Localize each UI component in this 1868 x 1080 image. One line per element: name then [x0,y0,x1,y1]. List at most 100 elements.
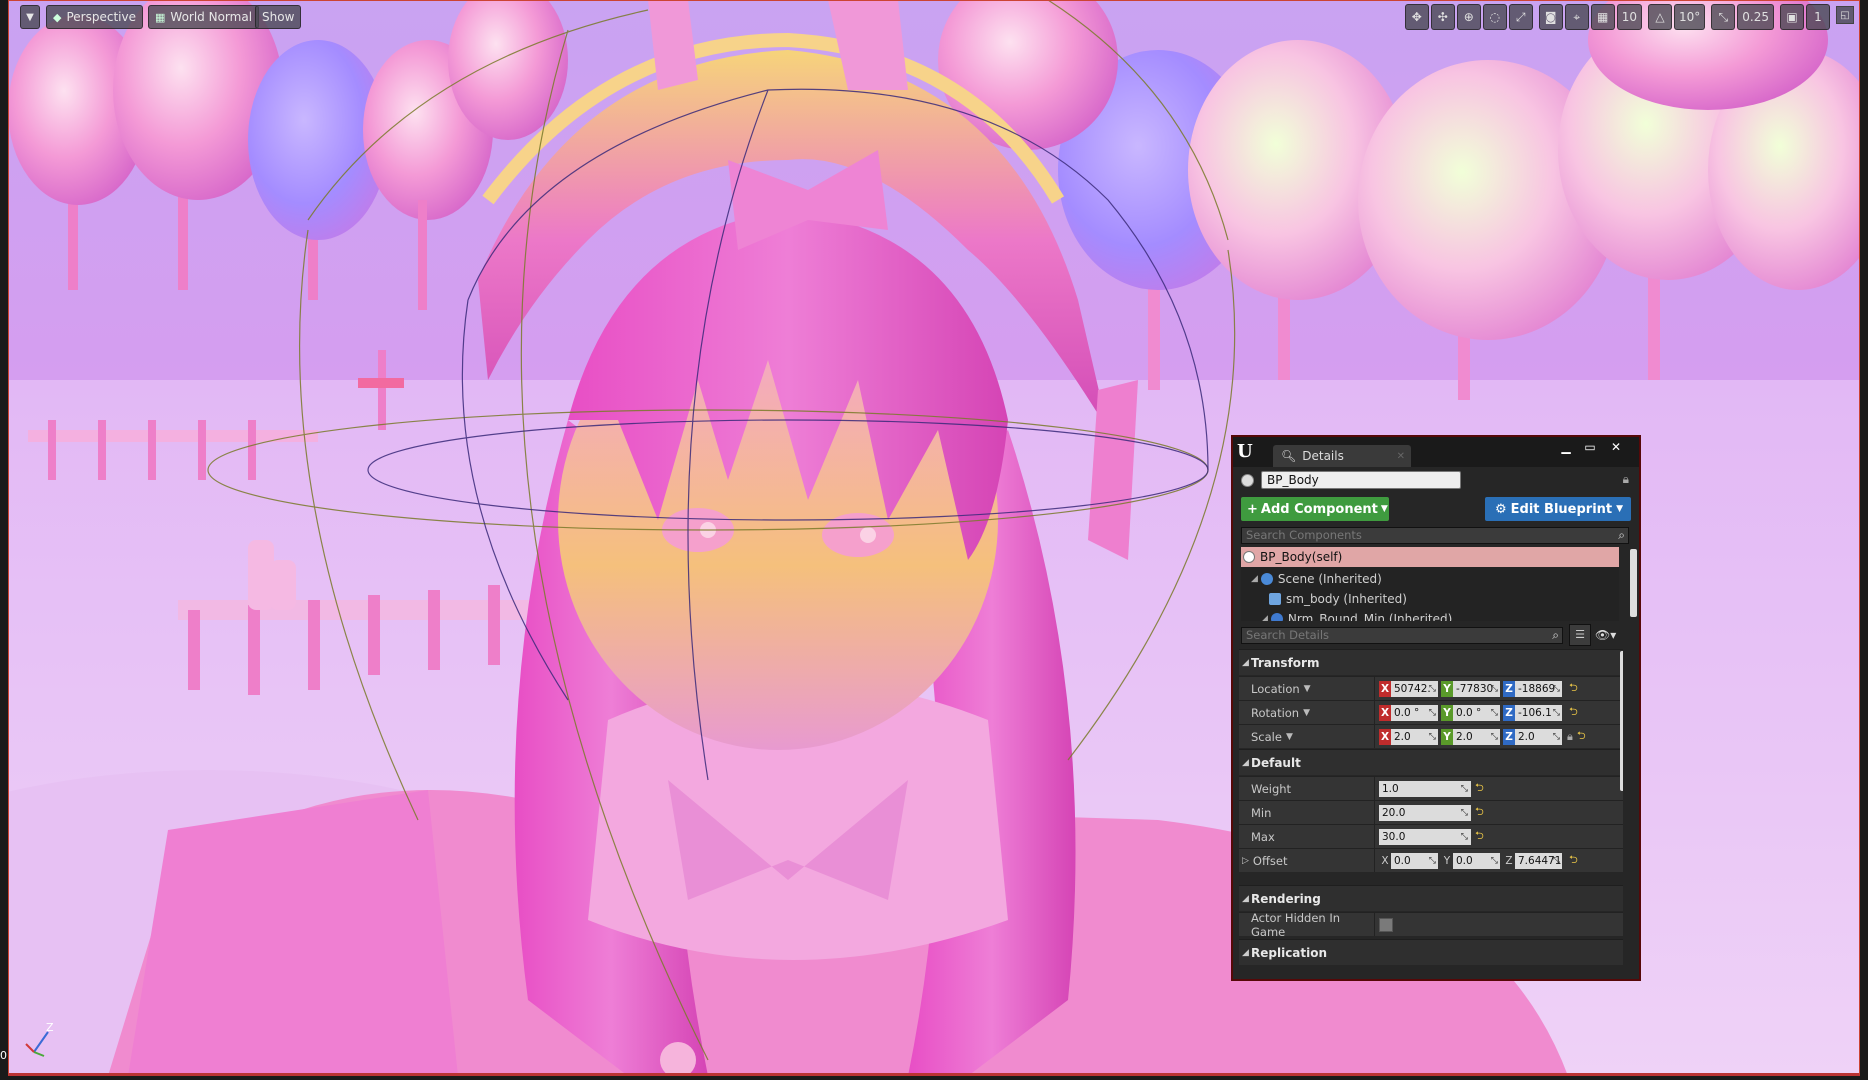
chevron-down-icon[interactable]: ▼ [1304,684,1311,694]
offset-y-field[interactable]: 0.0 ⤡ [1453,852,1500,869]
reset-arrow-icon[interactable]: ⮌ [1569,679,1578,698]
expand-arrow-icon[interactable]: ▷ [1242,856,1249,866]
rotation-snap-value[interactable]: 10° [1674,4,1706,30]
rotation-z-field[interactable]: -106.1 ⤡ [1515,704,1562,721]
show-label: Show [262,10,295,24]
spin-arrow-icon: ⤡ [1490,855,1498,866]
chevron-down-icon: ▼ [26,11,34,23]
location-z-field[interactable]: -18869 ⤡ [1515,680,1562,697]
add-component-button[interactable]: + Add Component ▼ [1241,497,1389,521]
reset-arrow-icon[interactable]: ⮌ [1569,851,1578,870]
camera-speed-value[interactable]: 1 [1806,4,1830,30]
spin-arrow-icon: ⤡ [1552,855,1560,866]
scale-snap-value[interactable]: 0.25 [1737,4,1774,30]
maximize-icon[interactable]: ◱ [1836,6,1854,24]
tree-item-sm-body[interactable]: sm_body (Inherited) [1241,589,1619,609]
location-y-field[interactable]: -77830 ⤡ [1453,680,1500,697]
details-scrollbar[interactable] [1620,651,1623,791]
camera-speed-icon[interactable]: ▣ [1780,4,1804,30]
min-field[interactable]: 20.0 ⤡ [1379,804,1471,821]
show-button[interactable]: Show [255,5,302,29]
scale-icon[interactable]: ⊕ [1456,4,1481,30]
search-icon: ⌕ [1618,528,1625,542]
max-field[interactable]: 30.0 ⤡ [1379,828,1471,845]
scale-x-value: 2.0 [1394,730,1411,743]
expand-arrow-icon[interactable]: ◢ [1261,614,1268,621]
search-details-input[interactable]: Search Details ⌕ [1241,627,1563,644]
rotation-z-value: -106.1 [1518,706,1552,719]
category-label: Replication [1251,945,1328,960]
category-transform[interactable]: ◢ Transform [1239,649,1623,675]
plus-icon: + [1247,501,1258,517]
property-matrix-icon[interactable]: ☰ [1569,624,1591,646]
scale-z-field[interactable]: 2.0 ⤡ [1515,728,1562,745]
rotation-x-field[interactable]: 0.0 ° ⤡ [1391,704,1438,721]
property-offset: ▷ Offset X 0.0 ⤡ Y 0.0 ⤡ Z 7.64471 ⤡ ⮌ [1239,848,1623,872]
category-default[interactable]: ◢ Default [1239,749,1623,775]
lock-icon[interactable]: 🔒︎ [1567,730,1573,744]
search-details-placeholder: Search Details [1246,628,1330,642]
axis-z-tag: Z [1503,728,1515,745]
category-rendering[interactable]: ◢ Rendering [1239,885,1623,911]
maximize-button[interactable]: ▭ [1579,440,1601,456]
surface-icon[interactable]: ◙ [1538,4,1563,30]
minimize-button[interactable]: ▁ [1555,440,1577,456]
angle-icon[interactable]: △ [1648,4,1672,30]
viewport-options-menu[interactable]: ▼ [20,5,40,29]
tree-scrollbar[interactable] [1630,549,1637,617]
grid-icon[interactable]: ▦ [1590,4,1615,30]
spin-arrow-icon: ⤡ [1428,707,1436,718]
weight-field[interactable]: 1.0 ⤡ [1379,780,1471,797]
rotate-icon[interactable]: ✣ [1430,4,1455,30]
reset-arrow-icon[interactable]: ⮌ [1475,827,1484,846]
property-max: Max 30.0 ⤡ ⮌ [1239,824,1623,848]
axis-y-tag: Y [1443,854,1451,867]
lock-icon[interactable]: 🔒︎ [1623,472,1629,487]
expand-arrow-icon[interactable]: ◢ [1251,574,1258,584]
search-components-input[interactable]: Search Components ⌕ [1241,527,1629,544]
eye-icon[interactable]: 👁︎▾ [1595,624,1627,646]
reset-arrow-icon[interactable]: ⮌ [1569,703,1578,722]
axis-y-tag: Y [1441,728,1453,745]
edit-blueprint-button[interactable]: ⚙ Edit Blueprint ▼ [1485,497,1631,521]
snap-toggle-icon[interactable]: ⌖ [1564,4,1589,30]
offset-y-value: 0.0 [1456,854,1473,867]
chevron-down-icon[interactable]: ▼ [1303,708,1310,718]
scale-y-value: 2.0 [1456,730,1473,743]
spin-arrow-icon: ⤡ [1490,707,1498,718]
category-label: Transform [1251,655,1320,670]
scale-x-field[interactable]: 2.0 ⤡ [1391,728,1438,745]
tab-details[interactable]: 🔍︎ Details ✕ [1273,445,1411,467]
weight-label: Weight [1251,781,1292,796]
chevron-down-icon[interactable]: ▼ [1286,732,1293,742]
grid-snap-value[interactable]: 10 [1616,4,1642,30]
actor-name-field[interactable]: BP_Body [1261,471,1461,489]
location-x-field[interactable]: 50742. ⤡ [1391,680,1438,697]
category-replication[interactable]: ◢ Replication [1239,939,1623,965]
offset-z-field[interactable]: 7.64471 ⤡ [1515,852,1562,869]
scale-snap-icon[interactable]: ⤡ [1711,4,1736,30]
rotation-y-field[interactable]: 0.0 ° ⤡ [1453,704,1500,721]
reset-arrow-icon[interactable]: ⮌ [1475,803,1484,822]
scale-y-field[interactable]: 2.0 ⤡ [1453,728,1500,745]
details-titlebar[interactable]: U 🔍︎ Details ✕ ▁ ▭ ✕ [1233,437,1639,467]
tree-item-scene[interactable]: ◢ Scene (Inherited) [1241,569,1619,589]
rotation-x-value: 0.0 ° [1394,706,1420,719]
view-mode-button[interactable]: ▦ World Normal [148,5,260,29]
tree-item-nrm-bound-min[interactable]: ◢ Nrm_Bound_Min (Inherited) [1241,609,1619,621]
offset-x-field[interactable]: 0.0 ⤡ [1391,852,1438,869]
tree-item-self[interactable]: BP_Body(self) [1241,547,1619,567]
reset-arrow-icon[interactable]: ⮌ [1475,779,1484,798]
reset-arrow-icon[interactable]: ⮌ [1577,727,1586,746]
perspective-button[interactable]: ◆ Perspective [46,5,143,29]
tab-close-icon[interactable]: ✕ [1397,451,1405,462]
actor-hidden-checkbox[interactable] [1379,917,1393,932]
translate-icon[interactable]: ✥ [1404,4,1429,30]
surface-snap-icon[interactable]: ◌ [1482,4,1507,30]
close-button[interactable]: ✕ [1605,440,1627,456]
offset-x-value: 0.0 [1394,854,1411,867]
details-body: BP_Body 🔒︎ + Add Component ▼ ⚙ Edit Blue… [1233,467,1639,979]
details-window[interactable]: U 🔍︎ Details ✕ ▁ ▭ ✕ BP_Body 🔒︎ + Add Co… [1231,435,1641,981]
min-label: Min [1251,805,1272,820]
world-local-icon[interactable]: ⤢ [1508,4,1533,30]
